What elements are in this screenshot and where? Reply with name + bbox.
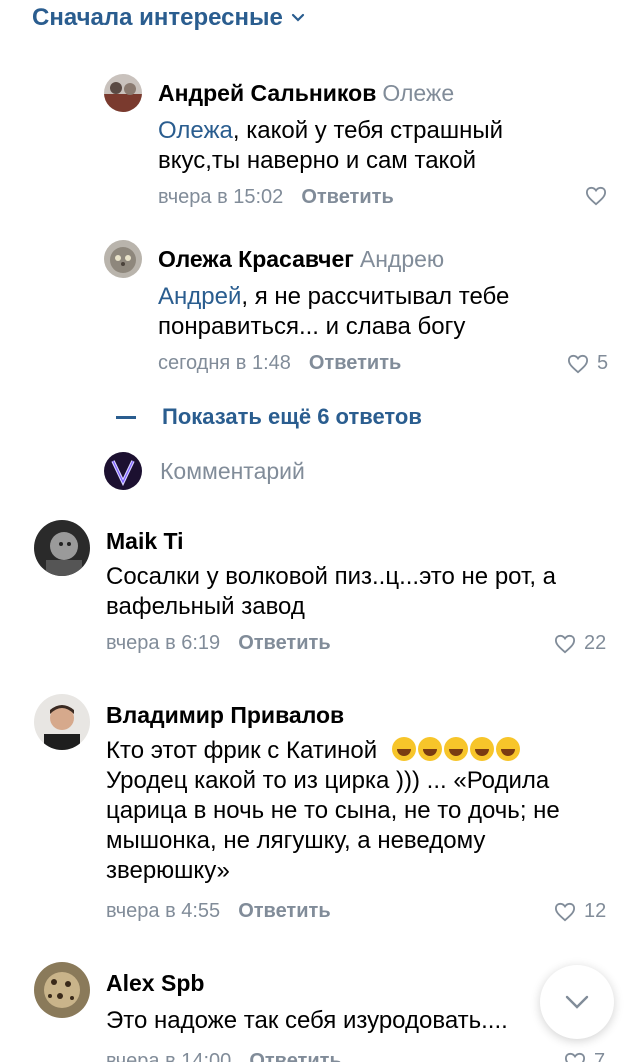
comment-meta: вчера в 4:55 Ответить <box>106 900 331 923</box>
chevron-down-icon <box>291 13 304 22</box>
mention-link[interactable]: Андрей <box>158 283 241 310</box>
comment-text-first-line: Кто этот фрик с Катиной <box>106 736 596 766</box>
emoji-joy-icon <box>417 737 442 761</box>
comment-body-start: Кто этот фрик с Катиной <box>106 737 378 764</box>
comment-text: Это надоже так себя изуродовать.... <box>106 1007 508 1034</box>
emoji-rofl-icon <box>391 737 416 761</box>
comment-time: вчера в 4:55 <box>106 900 221 922</box>
avatar[interactable] <box>34 694 90 750</box>
show-more-replies-button[interactable]: Показать ещё 6 ответов <box>116 404 422 430</box>
emoji-sweat-smile-icon <box>495 737 520 761</box>
like-count: 5 <box>597 352 609 374</box>
reply-button[interactable]: Ответить <box>301 186 393 209</box>
mention-link[interactable]: Олежа <box>158 117 233 144</box>
reply-to-name: Андрею <box>359 246 445 272</box>
comment-text: Андрей, я не рассчитывал тебе понравитьс… <box>158 282 548 342</box>
like-button[interactable]: 5 <box>567 352 608 375</box>
comment-time: вчера в 15:02 <box>158 186 284 208</box>
comment-meta: вчера в 6:19 Ответить <box>106 632 331 655</box>
comment-text: Сосалки у волковой пиз..ц...это не рот, … <box>106 563 556 620</box>
comment-author-line: Андрей Сальников Олеже <box>158 80 454 107</box>
comment-time: вчера в 6:19 <box>106 632 221 654</box>
emoji-rofl-icon <box>443 737 468 761</box>
avatar[interactable] <box>34 962 90 1018</box>
avatar[interactable] <box>104 240 142 278</box>
comment-author[interactable]: Андрей Сальников <box>158 80 376 106</box>
comment-time: сегодня в 1:48 <box>158 352 291 374</box>
reply-button[interactable]: Ответить <box>238 632 330 655</box>
reply-button[interactable]: Ответить <box>249 1050 341 1062</box>
reply-button[interactable]: Ответить <box>238 900 330 923</box>
avatar <box>104 452 142 490</box>
comment-meta: вчера в 14:00 Ответить <box>106 1050 342 1062</box>
emoji-joy-icon <box>469 737 494 761</box>
like-count: 7 <box>594 1050 606 1062</box>
avatar[interactable] <box>34 520 90 576</box>
sort-dropdown[interactable]: Сначала интересные <box>32 4 305 32</box>
heart-icon <box>554 634 576 653</box>
like-button[interactable] <box>585 186 607 206</box>
comment-body: Уродец какой то из цирка ))) ... «Родила… <box>106 767 560 884</box>
heart-icon <box>585 186 607 206</box>
show-more-label: Показать ещё 6 ответов <box>162 404 422 429</box>
comment-time: вчера в 14:00 <box>106 1050 232 1062</box>
like-button[interactable]: 12 <box>554 900 606 923</box>
heart-icon <box>564 1052 586 1062</box>
reply-to-name: Олеже <box>382 80 455 106</box>
comment-text: Олежа, какой у тебя страшный вкус,ты нав… <box>158 116 538 176</box>
heart-icon <box>554 902 576 921</box>
comment-author[interactable]: Владимир Привалов <box>106 702 344 729</box>
comment-meta: вчера в 15:02 Ответить <box>158 186 394 209</box>
comment-meta: сегодня в 1:48 Ответить <box>158 352 401 375</box>
comment-author[interactable]: Олежа Красавчег <box>158 246 354 272</box>
comment-text: Кто этот фрик с Катиной Уродец какой то … <box>106 736 596 886</box>
like-count: 12 <box>584 900 607 922</box>
comment-author[interactable]: Maik Ti <box>106 528 184 555</box>
reply-button[interactable]: Ответить <box>309 352 401 375</box>
comment-placeholder: Комментарий <box>160 457 305 484</box>
scroll-down-button[interactable] <box>540 965 614 1039</box>
avatar[interactable] <box>104 74 142 112</box>
comment-author[interactable]: Alex Spb <box>106 970 204 997</box>
chevron-down-icon <box>565 995 589 1009</box>
comment-author-line: Олежа Красавчег Андрею <box>158 246 444 273</box>
like-button[interactable]: 7 <box>564 1050 605 1062</box>
like-count: 22 <box>584 632 607 654</box>
like-button[interactable]: 22 <box>554 632 606 655</box>
comment-input[interactable]: Комментарий <box>104 452 305 490</box>
heart-icon <box>567 354 589 373</box>
dash-icon <box>116 415 136 419</box>
sort-label: Сначала интересные <box>32 4 283 31</box>
